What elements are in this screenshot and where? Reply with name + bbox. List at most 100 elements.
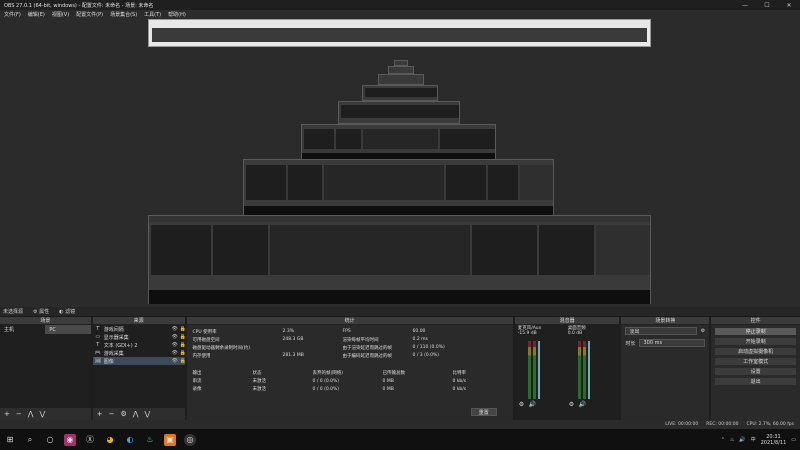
add-source-icon[interactable]: +: [97, 410, 103, 418]
lock-icon[interactable]: 🔒: [180, 342, 185, 348]
taskbar: ⊞ ⌕ ○ ◉ Ⓧ ◕ ◐ ♨ ▣ ◎ ⌃ ♨ 🔊 中 20:31 2021/8…: [0, 429, 800, 450]
minimize-button[interactable]: —: [734, 0, 756, 10]
chrome-icon[interactable]: ◕: [104, 434, 116, 446]
mixer-title: 混音器: [514, 317, 620, 325]
notification-icon[interactable]: ▭: [791, 437, 796, 443]
task-view-icon[interactable]: ○: [44, 434, 56, 446]
lock-icon[interactable]: 🔒: [180, 358, 185, 364]
duration-input[interactable]: 300 ms: [639, 339, 706, 347]
eye-icon[interactable]: 👁: [172, 326, 178, 332]
properties-button[interactable]: ⚙ 属性: [33, 308, 49, 315]
close-button[interactable]: ✕: [778, 0, 800, 10]
nested-preview-8: [394, 60, 408, 66]
clock-date: 2021/8/11: [760, 439, 787, 446]
speaker-icon[interactable]: 🔊: [529, 401, 536, 408]
scenes-dock: 场景 主机 PC + − ⋀ ⋁: [0, 317, 91, 420]
preview-canvas[interactable]: [0, 19, 800, 307]
steam-icon[interactable]: ♨: [144, 434, 156, 446]
volume-fader[interactable]: [587, 341, 590, 399]
edge-icon[interactable]: ◐: [124, 434, 136, 446]
gear-icon[interactable]: ⚙: [569, 401, 574, 408]
menu-tools[interactable]: 工具(T): [144, 11, 161, 18]
lock-icon[interactable]: 🔒: [180, 334, 185, 340]
stats-dock: 统计 CPU 使用率 2.3% FPS 60.00 可用磁盘空间 248.3 GB 渲染每…: [186, 317, 513, 420]
nested-preview-6: [378, 74, 424, 85]
duration-row: 时长 300 ms: [621, 337, 709, 349]
nested-preview-7: [388, 66, 414, 74]
eye-icon[interactable]: 👁: [172, 334, 178, 340]
filters-button[interactable]: ◐ 滤镜: [59, 308, 75, 315]
source-name: 游戏采集: [103, 350, 124, 357]
maximize-button[interactable]: ☐: [756, 0, 778, 10]
volume-fader[interactable]: [537, 341, 540, 399]
scene-item-main[interactable]: 主机: [0, 325, 45, 334]
transition-select[interactable]: 淡出: [625, 327, 697, 335]
volume-meter: [577, 341, 581, 399]
scenes-list[interactable]: 主机 PC: [0, 325, 91, 408]
chevron-up-icon[interactable]: ⌃: [721, 437, 725, 443]
source-settings-icon[interactable]: ⚙: [121, 410, 127, 418]
menu-edit[interactable]: 编辑(E): [28, 11, 45, 18]
cell: 0 kb/s: [452, 378, 467, 384]
text-source-icon: T: [96, 326, 100, 332]
mixer-body: 麦克风/Aux -15.9 dB ⚙ 🔊 桌面音频 0.0 dB ⚙ 🔊: [514, 325, 620, 420]
source-item-selected[interactable]: 🖼 图像 👁 🔒: [92, 357, 185, 365]
remove-source-icon[interactable]: −: [109, 410, 115, 418]
menu-file[interactable]: 文件(F): [4, 11, 21, 18]
reset-button[interactable]: 重置: [470, 408, 497, 416]
sources-dock: 来源 T 游戏间隔 👁 🔒 ▭ 显示器采集 👁 🔒 T 文本 (GDI+) 2 👁 🔒…: [92, 317, 185, 420]
source-item[interactable]: 🎮 游戏采集 👁 🔒: [93, 349, 185, 357]
cell: 录像: [192, 387, 202, 392]
stats-title: 统计: [186, 317, 513, 325]
gear-icon[interactable]: ⚙: [519, 401, 524, 408]
remove-scene-icon[interactable]: −: [16, 410, 22, 418]
speaker-icon[interactable]: 🔊: [579, 401, 586, 408]
add-scene-icon[interactable]: +: [4, 410, 10, 418]
lock-icon[interactable]: 🔒: [180, 326, 185, 332]
eye-icon[interactable]: 👁: [172, 342, 178, 348]
sources-list[interactable]: T 游戏间隔 👁 🔒 ▭ 显示器采集 👁 🔒 T 文本 (GDI+) 2 👁 🔒 🎮 …: [92, 325, 185, 408]
sources-footer: + − ⚙ ⋀ ⋁: [92, 408, 185, 420]
volume-meter: [582, 341, 586, 399]
stat-label: FPS: [342, 329, 351, 334]
settings-button[interactable]: 设置: [714, 367, 797, 376]
menu-view[interactable]: 视图(V): [52, 11, 69, 18]
steam-tray-icon[interactable]: ♨: [730, 437, 734, 443]
stop-recording-button[interactable]: 停止录制: [714, 327, 797, 336]
source-item[interactable]: T 文本 (GDI+) 2 👁 🔒: [93, 341, 185, 349]
volume-icon[interactable]: 🔊: [739, 437, 745, 443]
search-icon[interactable]: ⌕: [24, 434, 36, 446]
eye-icon[interactable]: 👁: [172, 358, 178, 364]
app-icon[interactable]: ▣: [164, 433, 176, 446]
source-item[interactable]: T 游戏间隔 👁 🔒: [93, 325, 185, 333]
menu-profile[interactable]: 配置文件(P): [76, 11, 103, 18]
source-item[interactable]: ▭ 显示器采集 👁 🔒: [93, 333, 185, 341]
menu-help[interactable]: 帮助(H): [168, 11, 186, 18]
gear-icon[interactable]: ⚙: [701, 328, 705, 334]
table-row: 串流 未激活 0 / 0 (0.0%) 0 MB 0 kb/s: [193, 377, 507, 385]
obs-icon[interactable]: ◎: [184, 433, 196, 446]
virtual-camera-button[interactable]: 启动虚拟摄像机: [714, 347, 797, 356]
eye-icon[interactable]: 👁: [172, 350, 178, 356]
move-up-icon[interactable]: ⋀: [28, 410, 34, 418]
app-icon[interactable]: ◉: [64, 433, 76, 446]
windows-start-icon[interactable]: ⊞: [4, 434, 16, 446]
stat-value: 0 / 3 (0.0%): [412, 353, 440, 358]
nested-preview-2: [243, 159, 554, 215]
system-tray: ⌃ ♨ 🔊 中 20:31 2021/8/11 ▭: [721, 434, 800, 446]
xbox-icon[interactable]: Ⓧ: [84, 434, 96, 446]
clock[interactable]: 20:31 2021/8/11: [761, 434, 787, 446]
cell: 0 / 0 (0.0%): [312, 378, 340, 384]
language-icon[interactable]: 中: [751, 436, 756, 443]
stat-label: 可用磁盘空间: [192, 338, 220, 343]
studio-mode-button[interactable]: 工作室模式: [714, 357, 797, 366]
move-up-icon[interactable]: ⋀: [133, 410, 139, 418]
move-down-icon[interactable]: ⋁: [145, 410, 151, 418]
scene-item-pc[interactable]: PC: [45, 325, 91, 334]
start-recording-button[interactable]: 开始录制: [714, 337, 797, 346]
menu-scene-collection[interactable]: 场景集合(S): [110, 11, 137, 18]
lock-icon[interactable]: 🔒: [180, 350, 185, 356]
sources-title: 来源: [92, 317, 185, 325]
exit-button[interactable]: 退出: [714, 377, 797, 386]
move-down-icon[interactable]: ⋁: [40, 410, 46, 418]
